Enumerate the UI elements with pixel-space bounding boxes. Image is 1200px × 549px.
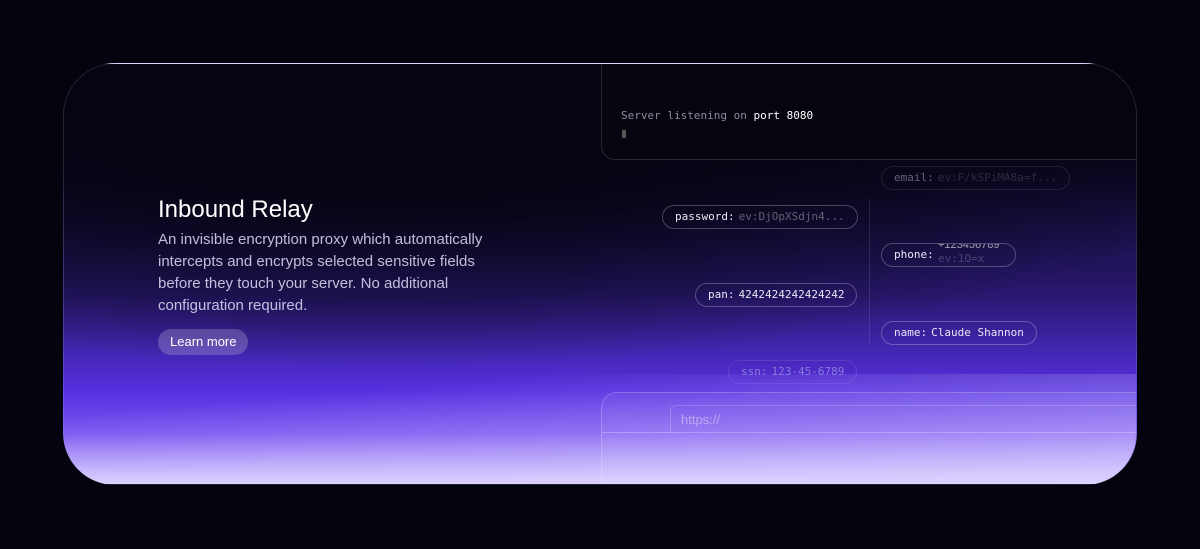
chip-name: name: Claude Shannon: [881, 321, 1037, 345]
terminal-window: Server listening on port 8080: [601, 64, 1136, 160]
feature-title: Inbound Relay: [158, 196, 313, 223]
chip-pan: pan: 4242424242424242: [695, 283, 858, 307]
terminal-output: Server listening on port 8080: [621, 109, 814, 122]
chip-phone: phone: +123456789 ev:1O=x: [881, 243, 1016, 267]
url-bar[interactable]: https://: [670, 405, 1136, 433]
feature-description: An invisible encryption proxy which auto…: [158, 231, 483, 314]
chip-password: password: ev:DjOpXSdjn4...: [662, 205, 858, 229]
flow-divider: [869, 199, 870, 344]
terminal-cursor: [622, 130, 626, 138]
browser-toolbar-divider: [602, 432, 1136, 433]
browser-window: https://: [601, 392, 1136, 484]
chip-ssn: ssn: 123-45-6789: [728, 360, 858, 384]
feature-card: Inbound Relay An invisible encryption pr…: [63, 63, 1137, 485]
learn-more-button[interactable]: Learn more: [158, 329, 249, 355]
chip-email: email: ev:F/kSPiMA8a=f...: [881, 166, 1070, 190]
